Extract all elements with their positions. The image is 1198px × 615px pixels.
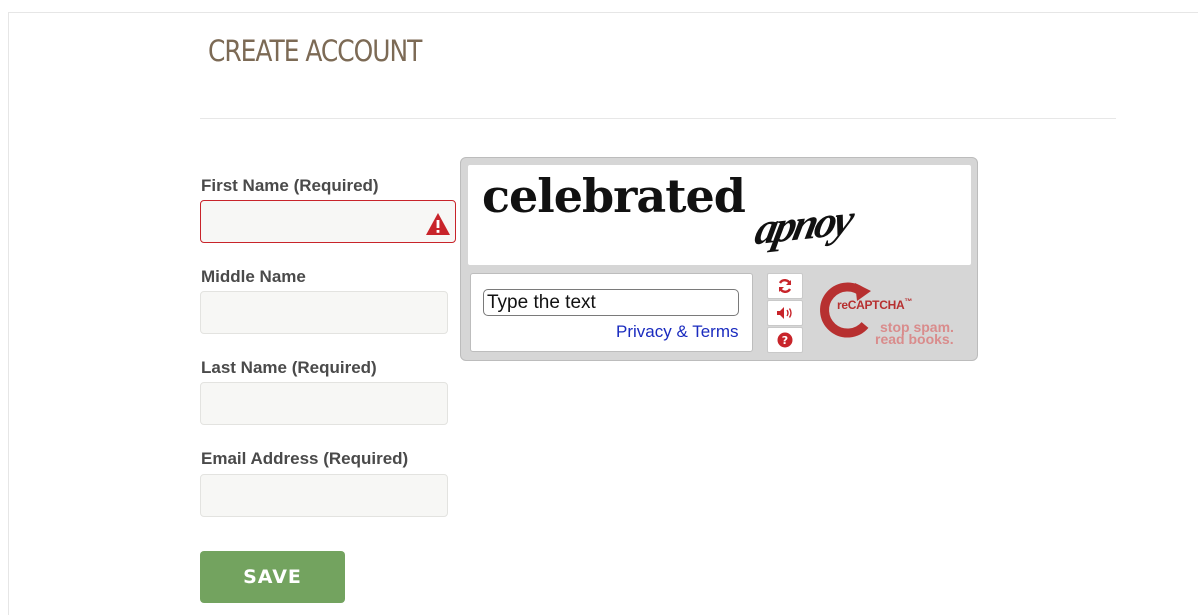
middle-name-label: Middle Name [201, 267, 306, 286]
audio-icon [777, 307, 792, 319]
refresh-button[interactable] [767, 273, 803, 299]
title-divider [200, 118, 1116, 119]
recaptcha-tagline: stop spam. read books. [875, 319, 954, 347]
audio-button[interactable] [767, 300, 803, 326]
email-label: Email Address (Required) [201, 449, 409, 468]
help-button[interactable]: ? [767, 327, 803, 353]
page-title: CREATE ACCOUNT [208, 34, 422, 68]
last-name-label: Last Name (Required) [201, 358, 377, 377]
refresh-icon [778, 279, 792, 293]
email-field[interactable] [200, 474, 448, 517]
captcha-challenge-image: celebrated apnoy [468, 165, 971, 265]
captcha-word-1: celebrated [482, 169, 746, 223]
help-icon: ? [777, 332, 793, 348]
first-name-label: First Name (Required) [201, 176, 379, 195]
last-name-field[interactable] [200, 382, 448, 425]
middle-name-field[interactable] [200, 291, 448, 334]
captcha-answer-box: Privacy & Terms [470, 273, 753, 352]
recaptcha-logo: reCAPTCHA™ stop spam. read books. [813, 273, 973, 352]
privacy-terms-link[interactable]: Privacy & Terms [616, 322, 739, 342]
captcha-response-input[interactable] [483, 289, 739, 316]
svg-text:?: ? [782, 334, 788, 347]
recaptcha-logo-text: reCAPTCHA™ [837, 297, 913, 312]
warning-icon [426, 213, 450, 235]
first-name-field[interactable] [200, 200, 456, 243]
recaptcha-widget: celebrated apnoy Privacy & Terms [460, 157, 978, 361]
save-button[interactable]: SAVE [200, 551, 345, 603]
captcha-word-2: apnoy [750, 194, 857, 255]
captcha-controls: ? [767, 273, 803, 353]
